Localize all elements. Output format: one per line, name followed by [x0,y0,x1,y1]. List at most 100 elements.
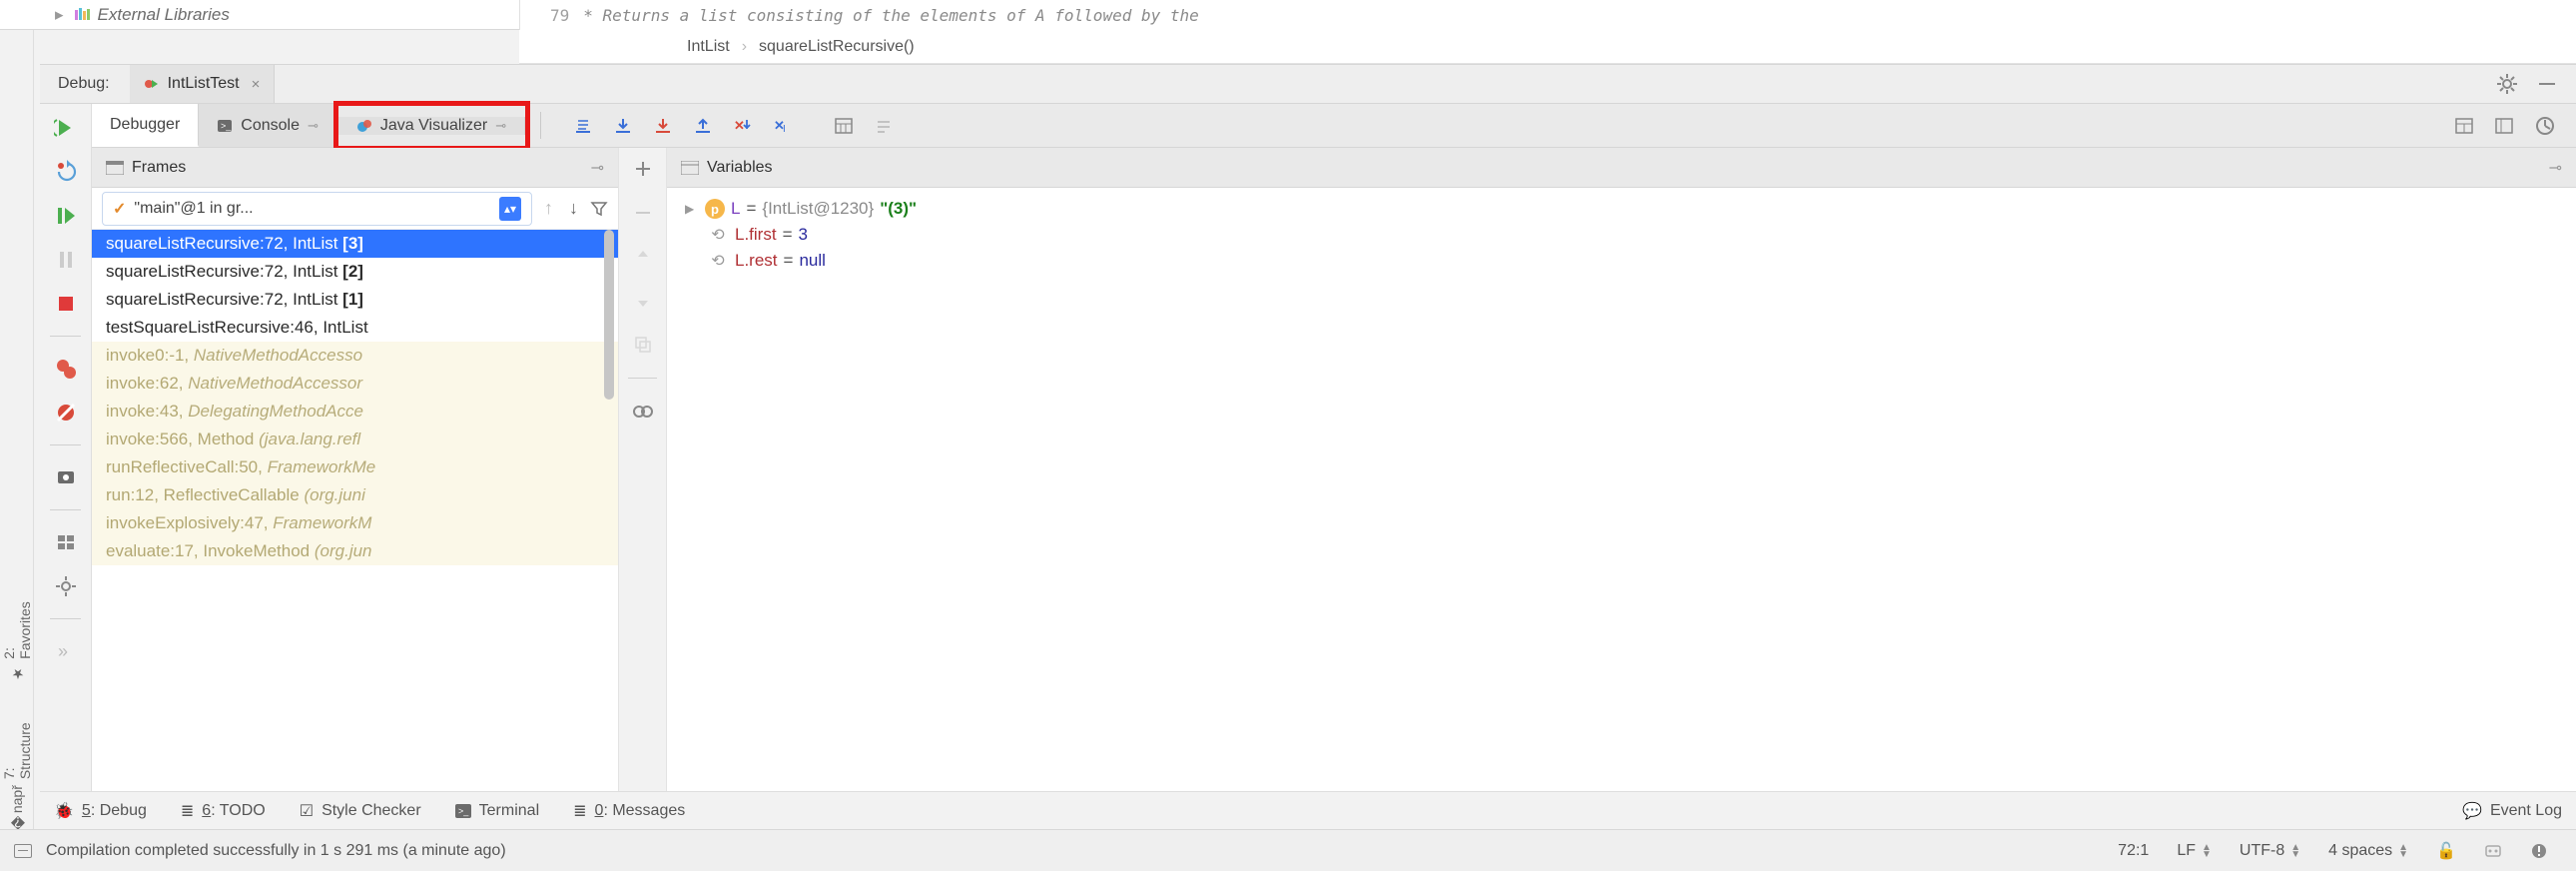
crumb-method[interactable]: squareListRecursive() [759,38,915,56]
stack-frame[interactable]: squareListRecursive:72, IntList [1] [92,286,618,314]
stack-frame[interactable]: squareListRecursive:72, IntList [2] [92,258,618,286]
stack-frame[interactable]: invoke0:-1, NativeMethodAccesso [92,342,618,370]
debug-toolwindow-header: Debug: IntListTest × [40,64,2576,104]
expand-icon[interactable]: ▶ [685,202,699,216]
minimize-icon[interactable] [2536,73,2558,95]
memory-indicator-icon[interactable] [2470,842,2516,860]
tab-console[interactable]: >_ Console ⊸ [199,104,337,147]
step-out-button[interactable]: ✕ [723,104,763,147]
force-step-into-button[interactable] [683,104,723,147]
stack-frame[interactable]: invoke:43, DelegatingMethodAcce [92,398,618,426]
get-thread-dump-button[interactable] [54,465,78,489]
crumb-class[interactable]: IntList [687,38,730,56]
toolwindow-debug[interactable]: 🐞 5: Debug [54,801,147,821]
toolwindow-terminal[interactable]: >_ Terminal [455,802,539,820]
tab-java-visualizer[interactable]: Java Visualizer ⊸ [338,117,525,135]
next-frame-button[interactable]: ↓ [565,198,582,219]
pin-icon[interactable]: ⊸ [308,118,319,134]
library-icon [74,8,92,22]
svg-text:>_: >_ [458,806,469,816]
stop-button[interactable] [54,292,78,316]
watch-up-button[interactable] [632,246,654,268]
toolwindow-event-log[interactable]: 💬 Event Log [2462,801,2562,821]
sidebar-structure[interactable]: ★2: Favorites [1,589,33,681]
frames-list[interactable]: squareListRecursive:72, IntList [3] squa… [92,230,618,815]
chat-icon: 💬 [2462,801,2482,821]
variable-row[interactable]: ▶ p L = {IntList@1230} "(3)" [685,196,2558,222]
tree-expand-icon[interactable]: ▸ [55,5,64,25]
step-into-button[interactable] [643,104,683,147]
prev-frame-button[interactable]: ↑ [540,198,557,219]
mute-breakpoints-button[interactable] [54,401,78,425]
external-libraries-label: External Libraries [98,5,230,25]
ide-errors-icon[interactable] [2516,842,2562,860]
check-icon: ☑ [300,801,314,821]
tool-windows-icon[interactable] [14,844,32,858]
breadcrumb[interactable]: IntList › squareListRecursive() [519,30,2576,64]
thread-selector[interactable]: ✓ "main"@1 in gr... ▴▾ [102,192,532,226]
show-watches-button[interactable] [632,401,654,423]
stack-frame[interactable]: invoke:62, NativeMethodAccessor [92,370,618,398]
gear-icon[interactable] [2496,73,2518,95]
link-icon: ⟲ [707,251,729,271]
sidebar-favorites[interactable]: �např7: Structure [1,711,33,829]
scrollbar[interactable] [604,230,614,400]
dropdown-icon[interactable]: ▴▾ [499,197,521,221]
stack-frame[interactable]: testSquareListRecursive:46, IntList [92,314,618,342]
rerun-button[interactable] [54,116,78,140]
toolwindow-style-checker[interactable]: ☑ Style Checker [300,801,421,821]
toolwindow-messages[interactable]: ≣ 0: Messages [573,801,685,821]
drop-frame-button[interactable]: ✕I [763,104,803,147]
restore-layout-icon[interactable] [2494,116,2514,136]
stack-frame[interactable]: run:12, ReflectiveCallable (org.juni [92,481,618,509]
stack-frame[interactable]: runReflectiveCall:50, FrameworkMe [92,453,618,481]
indent-settings[interactable]: 4 spaces▲▼ [2314,842,2422,860]
stack-frame[interactable]: squareListRecursive:72, IntList [3] [92,230,618,258]
stack-frame[interactable]: evaluate:17, InvokeMethod (org.jun [92,537,618,565]
remove-watch-button[interactable] [632,202,654,224]
file-encoding[interactable]: UTF-8▲▼ [2226,842,2314,860]
svg-text:>_: >_ [221,121,232,131]
pin-icon[interactable]: ⊸ [591,158,604,178]
variables-panel: Variables ⊸ ▶ p L = {IntList@1230} "(3)"… [667,148,2576,829]
evaluate-expression-button[interactable] [824,104,864,147]
pin-icon[interactable]: ⊸ [495,118,506,134]
project-tree-item[interactable]: ▸ External Libraries [55,5,230,25]
toolwindow-todo[interactable]: ≣ 6: TODO [181,801,266,821]
filter-icon[interactable] [590,200,608,218]
variable-row[interactable]: ⟲ L.rest = null [685,248,2558,274]
cursor-position[interactable]: 72:1 [2104,842,2163,860]
bottom-toolbar: 🐞 5: Debug ≣ 6: TODO ☑ Style Checker >_ … [40,791,2576,829]
duplicate-watch-button[interactable] [632,334,654,356]
stack-frame[interactable]: invokeExplosively:47, FrameworkM [92,509,618,537]
frames-title: Frames [132,159,186,177]
modify-run-button[interactable] [54,160,78,184]
step-over-button[interactable] [603,104,643,147]
trace-button[interactable] [864,104,904,147]
layout-button[interactable] [54,530,78,554]
watch-down-button[interactable] [632,290,654,312]
resume-button[interactable] [54,204,78,228]
stack-frame[interactable]: invoke:566, Method (java.lang.refl [92,426,618,453]
layout-settings-icon[interactable] [2454,116,2474,136]
settings-button[interactable] [54,574,78,598]
line-separator[interactable]: LF▲▼ [2163,842,2226,860]
line-number: 79 [520,6,583,25]
pin-tab-button[interactable]: » [54,639,78,663]
view-breakpoints-button[interactable] [54,357,78,381]
variables-toolbar [619,148,667,829]
show-execution-point-button[interactable] [563,104,603,147]
close-icon[interactable]: × [252,76,261,93]
status-bar: Compilation completed successfully in 1 … [0,829,2576,871]
readonly-lock-icon[interactable]: 🔓 [2422,841,2470,861]
debug-session-tab[interactable]: IntListTest × [130,65,276,103]
bug-icon: 🐞 [54,801,74,821]
variable-row[interactable]: ⟲ L.first = 3 [685,222,2558,248]
memory-view-icon[interactable] [2534,115,2556,137]
tab-debugger[interactable]: Debugger [92,104,199,147]
pin-icon[interactable]: ⊸ [2549,158,2562,178]
status-message: Compilation completed successfully in 1 … [46,842,506,860]
pause-button[interactable] [54,248,78,272]
new-watch-button[interactable] [632,158,654,180]
separator [540,112,541,139]
